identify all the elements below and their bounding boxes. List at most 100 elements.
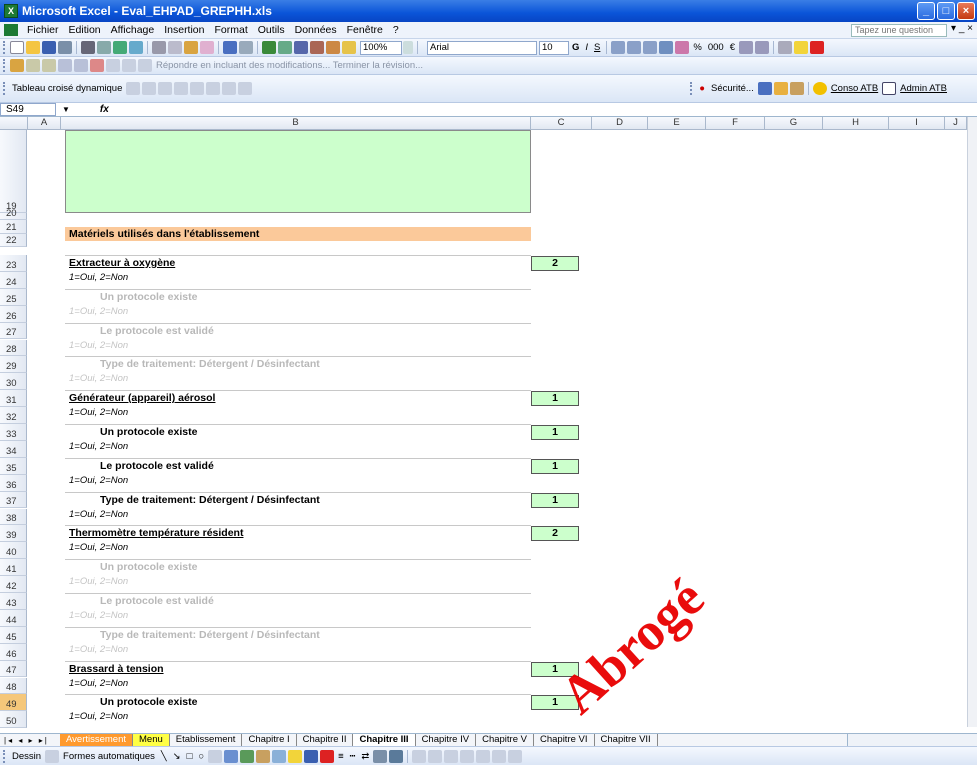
forms-option-icon[interactable] (444, 749, 459, 763)
row-header-21[interactable]: 21 (0, 220, 27, 234)
row-header-31[interactable]: 31 (0, 390, 27, 408)
row-header-42[interactable]: 42 (0, 576, 27, 593)
print-icon[interactable] (81, 41, 95, 54)
tab-etablissement[interactable]: Etablissement (170, 734, 243, 746)
rectangle-icon[interactable]: □ (184, 751, 196, 762)
decrease-decimal-icon[interactable] (754, 41, 769, 54)
row-header-39[interactable]: 39 (0, 525, 27, 543)
macro-record-icon[interactable]: ● (696, 83, 708, 94)
tab-chapitre-iii[interactable]: Chapitre III (353, 734, 416, 746)
euro-button[interactable]: € (727, 42, 738, 53)
row-header-48[interactable]: 48 (0, 677, 27, 695)
autoshapes-menu[interactable]: Formes automatiques (60, 751, 158, 762)
draw-font-color-icon[interactable] (320, 749, 335, 763)
menu-edition[interactable]: Edition (64, 24, 106, 36)
comment-area[interactable] (65, 130, 531, 213)
sort-desc-icon[interactable] (310, 41, 324, 54)
currency-icon[interactable] (675, 41, 690, 54)
clipart-icon[interactable] (256, 749, 271, 763)
format-painter-icon[interactable] (200, 41, 214, 54)
column-header[interactable]: D (592, 117, 648, 130)
oval-icon[interactable]: ○ (195, 751, 207, 762)
row-header-23[interactable]: 23 (0, 255, 27, 272)
forms-scroll-icon[interactable] (492, 749, 507, 763)
spelling-icon[interactable] (113, 41, 127, 54)
menu-fichier[interactable]: Fichier (22, 24, 64, 36)
align-right-icon[interactable] (643, 41, 658, 54)
row-header-28[interactable]: 28 (0, 339, 27, 357)
row-header-26[interactable]: 26 (0, 305, 27, 323)
show-comment-icon[interactable] (58, 59, 72, 72)
column-header[interactable]: F (706, 117, 765, 130)
select-all-corner[interactable] (0, 117, 28, 130)
tab-chapitre-ii[interactable]: Chapitre II (297, 734, 354, 746)
increase-decimal-icon[interactable] (738, 41, 753, 54)
line-icon[interactable]: ╲ (158, 751, 170, 762)
conso-atb-button[interactable]: Conso ATB (828, 83, 881, 94)
picture-icon[interactable] (272, 749, 287, 763)
font-color-icon[interactable] (809, 41, 824, 54)
hide-detail-icon[interactable] (190, 82, 205, 95)
format-report-icon[interactable] (126, 82, 141, 95)
tab-chapitre-i[interactable]: Chapitre I (242, 734, 297, 746)
3d-icon[interactable] (389, 749, 404, 763)
menu-format[interactable]: Format (210, 24, 253, 36)
row-header-50[interactable]: 50 (0, 711, 27, 729)
diagram-icon[interactable] (240, 749, 255, 763)
name-box-dropdown-icon[interactable]: ▼ (62, 105, 70, 114)
menu-fenetre[interactable]: Fenêtre (342, 24, 388, 36)
draw-menu[interactable]: Dessin (9, 751, 44, 762)
column-header[interactable]: E (648, 117, 706, 130)
admin-atb-button[interactable]: Admin ATB (897, 83, 977, 94)
tab-avertissement[interactable]: Avertissement (60, 734, 134, 746)
reviewing-reply-text[interactable]: Répondre en incluant des modifications..… (153, 60, 426, 71)
redo-icon[interactable] (239, 41, 253, 54)
dash-style-icon[interactable]: ┅ (347, 751, 359, 762)
row-header-38[interactable]: 38 (0, 508, 27, 526)
row-header-30[interactable]: 30 (0, 373, 27, 391)
tab-chapitre-vii[interactable]: Chapitre VII (595, 734, 658, 746)
autosum-icon[interactable] (278, 41, 292, 54)
undo-icon[interactable] (223, 41, 237, 54)
shadow-icon[interactable] (373, 749, 388, 763)
column-header[interactable]: B (61, 117, 531, 130)
field-list-icon[interactable] (238, 82, 253, 95)
hyperlink-icon[interactable] (262, 41, 276, 54)
forms-list-icon[interactable] (460, 749, 475, 763)
print-preview-icon[interactable] (97, 41, 111, 54)
row-header-19[interactable]: 19 (0, 130, 27, 213)
row-header-25[interactable]: 25 (0, 288, 27, 306)
column-header[interactable]: C (531, 117, 592, 130)
item-value-cell[interactable]: 1 (531, 391, 579, 407)
line-color-icon[interactable] (304, 749, 319, 763)
column-header[interactable]: G (765, 117, 823, 130)
percent-button[interactable]: % (690, 42, 704, 53)
maximize-button[interactable]: □ (937, 2, 955, 20)
item-value-cell[interactable]: 1 (531, 458, 579, 474)
prev-comment-icon[interactable] (26, 59, 40, 72)
arrow-icon[interactable]: ↘ (170, 751, 184, 762)
wordart-icon[interactable] (224, 749, 239, 763)
vertical-scrollbar[interactable] (967, 117, 977, 727)
row-header-44[interactable]: 44 (0, 609, 27, 627)
tab-menu[interactable]: Menu (133, 734, 170, 746)
send-mail-icon[interactable] (122, 59, 136, 72)
function-icon[interactable]: fx (100, 104, 109, 115)
design-mode-icon[interactable] (789, 82, 804, 95)
chevron-down-icon[interactable] (403, 41, 413, 54)
line-style-icon[interactable]: ≡ (335, 751, 347, 762)
chart-wizard-icon[interactable] (326, 41, 340, 54)
copy-icon[interactable] (168, 41, 182, 54)
column-header[interactable]: A (28, 117, 61, 130)
forms-checkbox-icon[interactable] (428, 749, 443, 763)
item-value-cell[interactable]: 2 (531, 526, 579, 542)
row-header-22[interactable]: 22 (0, 234, 27, 247)
menu-outils[interactable]: Outils (253, 24, 290, 36)
new-icon[interactable] (10, 41, 24, 54)
row-header-45[interactable]: 45 (0, 626, 27, 644)
name-box[interactable]: S49 (0, 103, 56, 116)
pivot-wizard-icon[interactable] (158, 82, 173, 95)
thousands-button[interactable]: 000 (705, 42, 727, 53)
control-toolbox-icon[interactable] (773, 82, 788, 95)
close-button[interactable]: × (957, 2, 975, 20)
